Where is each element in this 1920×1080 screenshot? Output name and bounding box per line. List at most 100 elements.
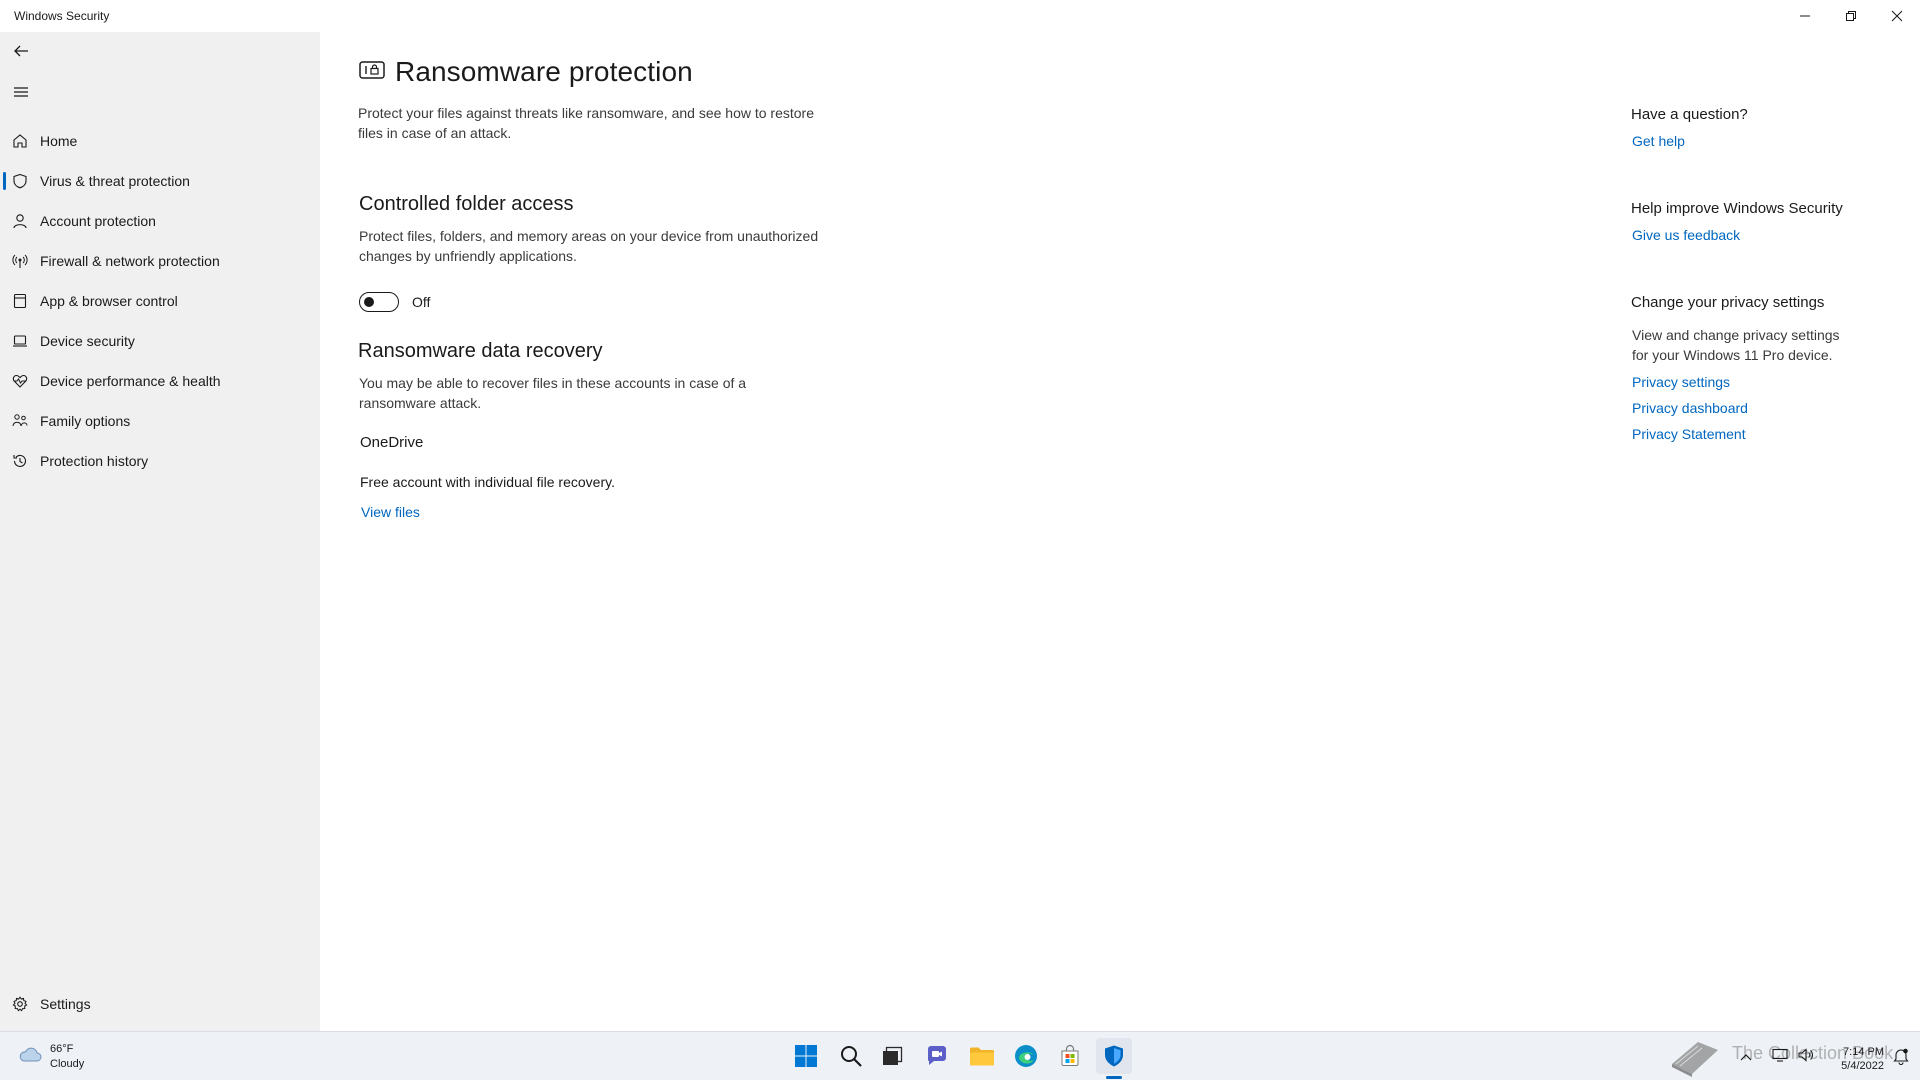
onedrive-account-text: Free account with individual file recove… bbox=[360, 474, 615, 490]
restore-button[interactable] bbox=[1828, 0, 1874, 32]
sidebar-item-device-performance[interactable]: Device performance & health bbox=[0, 363, 320, 399]
toggle-knob bbox=[364, 297, 374, 307]
weather-text: 66°F Cloudy bbox=[50, 1042, 84, 1072]
sidebar-item-label: Device performance & health bbox=[40, 373, 221, 389]
back-arrow-icon bbox=[14, 45, 28, 57]
app-window-icon bbox=[10, 291, 30, 311]
get-help-link[interactable]: Get help bbox=[1632, 133, 1685, 149]
sidebar-item-label: Family options bbox=[40, 413, 131, 429]
privacy-dashboard-link[interactable]: Privacy dashboard bbox=[1632, 400, 1748, 416]
controlled-folder-access-toggle[interactable] bbox=[359, 292, 399, 312]
view-files-link[interactable]: View files bbox=[361, 504, 420, 520]
sidebar: Home Virus & threat protection Account p… bbox=[0, 32, 320, 1031]
restore-icon bbox=[1846, 11, 1856, 21]
app-title: Windows Security bbox=[14, 9, 110, 23]
display-icon[interactable] bbox=[1772, 1048, 1788, 1067]
ransomware-data-recovery-heading: Ransomware data recovery bbox=[358, 340, 603, 362]
weather-widget[interactable]: 66°F Cloudy bbox=[18, 1042, 84, 1072]
active-app-indicator bbox=[1106, 1076, 1122, 1079]
cfa-description-line: changes by unfriendly applications. bbox=[359, 248, 577, 264]
privacy-description: View and change privacy settings for you… bbox=[1632, 325, 1840, 365]
weather-condition: Cloudy bbox=[50, 1058, 85, 1070]
file-explorer-button[interactable] bbox=[964, 1038, 1000, 1074]
shield-icon bbox=[10, 171, 30, 191]
have-a-question-heading: Have a question? bbox=[1631, 106, 1748, 123]
sidebar-item-label: Home bbox=[40, 133, 78, 149]
controlled-folder-access-heading: Controlled folder access bbox=[359, 193, 574, 215]
book-watermark-icon bbox=[1668, 1036, 1722, 1080]
close-button[interactable] bbox=[1874, 0, 1920, 32]
sidebar-item-account-protection[interactable]: Account protection bbox=[0, 203, 320, 239]
close-icon bbox=[1891, 10, 1903, 22]
microsoft-store-button[interactable] bbox=[1052, 1038, 1088, 1074]
laptop-icon bbox=[10, 331, 30, 351]
heart-icon bbox=[10, 371, 30, 391]
cloud-icon bbox=[18, 1045, 42, 1070]
weather-temp: 66°F bbox=[50, 1043, 74, 1055]
folder-icon bbox=[970, 1047, 994, 1066]
gear-icon bbox=[10, 994, 30, 1014]
home-icon bbox=[10, 131, 30, 151]
sidebar-item-device-security[interactable]: Device security bbox=[0, 323, 320, 359]
chat-icon bbox=[928, 1046, 946, 1065]
privacy-settings-link[interactable]: Privacy settings bbox=[1632, 374, 1730, 390]
system-tray: The Collection Book 7:14 PM 5/4/2022 bbox=[1660, 1032, 1920, 1080]
chevron-up-icon[interactable] bbox=[1740, 1049, 1752, 1067]
family-icon bbox=[10, 411, 30, 431]
history-icon bbox=[10, 451, 30, 471]
sidebar-item-label: Protection history bbox=[40, 453, 149, 469]
privacy-description-line: for your Windows 11 Pro device. bbox=[1632, 347, 1833, 363]
task-view-button[interactable] bbox=[874, 1038, 910, 1074]
windows-security-taskbar-button[interactable] bbox=[1096, 1038, 1132, 1074]
give-feedback-link[interactable]: Give us feedback bbox=[1632, 227, 1740, 243]
windows-logo-icon bbox=[795, 1045, 817, 1067]
privacy-description-line: View and change privacy settings bbox=[1632, 327, 1840, 343]
recovery-description-line: ransomware attack. bbox=[359, 395, 482, 411]
page-header: Ransomware protection bbox=[359, 56, 693, 88]
sidebar-item-label: Firewall & network protection bbox=[40, 253, 220, 269]
antenna-icon bbox=[10, 251, 30, 271]
main-content: Ransomware protection Protect your files… bbox=[320, 32, 1920, 1031]
edge-browser-button[interactable] bbox=[1008, 1038, 1044, 1074]
cfa-description-line: Protect files, folders, and memory areas… bbox=[359, 228, 819, 244]
sidebar-item-firewall[interactable]: Firewall & network protection bbox=[0, 243, 320, 279]
taskbar-search-button[interactable] bbox=[833, 1038, 869, 1074]
chat-button[interactable] bbox=[919, 1038, 955, 1074]
start-button[interactable] bbox=[788, 1038, 824, 1074]
speaker-icon[interactable] bbox=[1798, 1048, 1814, 1067]
hamburger-icon bbox=[14, 87, 28, 97]
ransomware-data-recovery-description: You may be able to recover files in thes… bbox=[359, 373, 746, 413]
page-description-line: files in case of an attack. bbox=[358, 125, 512, 141]
clock-time: 7:14 PM bbox=[1843, 1046, 1884, 1058]
sidebar-item-home[interactable]: Home bbox=[0, 123, 320, 159]
edge-icon bbox=[1015, 1045, 1037, 1067]
help-improve-heading: Help improve Windows Security bbox=[1631, 200, 1843, 217]
privacy-settings-heading: Change your privacy settings bbox=[1631, 294, 1825, 311]
store-icon bbox=[1061, 1044, 1079, 1066]
clock-date: 5/4/2022 bbox=[1841, 1060, 1884, 1072]
menu-button[interactable] bbox=[6, 77, 36, 107]
controlled-folder-access-description: Protect files, folders, and memory areas… bbox=[359, 226, 818, 266]
sidebar-item-settings[interactable]: Settings bbox=[0, 986, 320, 1022]
notification-bell-icon[interactable] bbox=[1893, 1047, 1909, 1070]
sidebar-item-label: Account protection bbox=[40, 213, 156, 229]
taskbar-clock[interactable]: 7:14 PM 5/4/2022 bbox=[1841, 1045, 1884, 1073]
minimize-button[interactable] bbox=[1782, 0, 1828, 32]
title-bar: Windows Security bbox=[0, 0, 1920, 32]
person-icon bbox=[10, 211, 30, 231]
privacy-statement-link[interactable]: Privacy Statement bbox=[1632, 426, 1746, 442]
search-icon bbox=[841, 1046, 862, 1067]
page-title: Ransomware protection bbox=[395, 56, 693, 87]
page-description: Protect your files against threats like … bbox=[358, 103, 814, 143]
recovery-description-line: You may be able to recover files in thes… bbox=[359, 375, 747, 391]
sidebar-item-app-browser-control[interactable]: App & browser control bbox=[0, 283, 320, 319]
sidebar-item-label: Virus & threat protection bbox=[40, 173, 190, 189]
sidebar-item-virus-threat-protection[interactable]: Virus & threat protection bbox=[0, 163, 320, 199]
task-view-icon bbox=[883, 1046, 903, 1065]
security-shield-icon bbox=[1105, 1045, 1123, 1067]
sidebar-item-label: App & browser control bbox=[40, 293, 178, 309]
sidebar-item-protection-history[interactable]: Protection history bbox=[0, 443, 320, 479]
sidebar-item-family-options[interactable]: Family options bbox=[0, 403, 320, 439]
sidebar-item-label: Settings bbox=[40, 996, 91, 1012]
back-button[interactable] bbox=[6, 36, 36, 66]
